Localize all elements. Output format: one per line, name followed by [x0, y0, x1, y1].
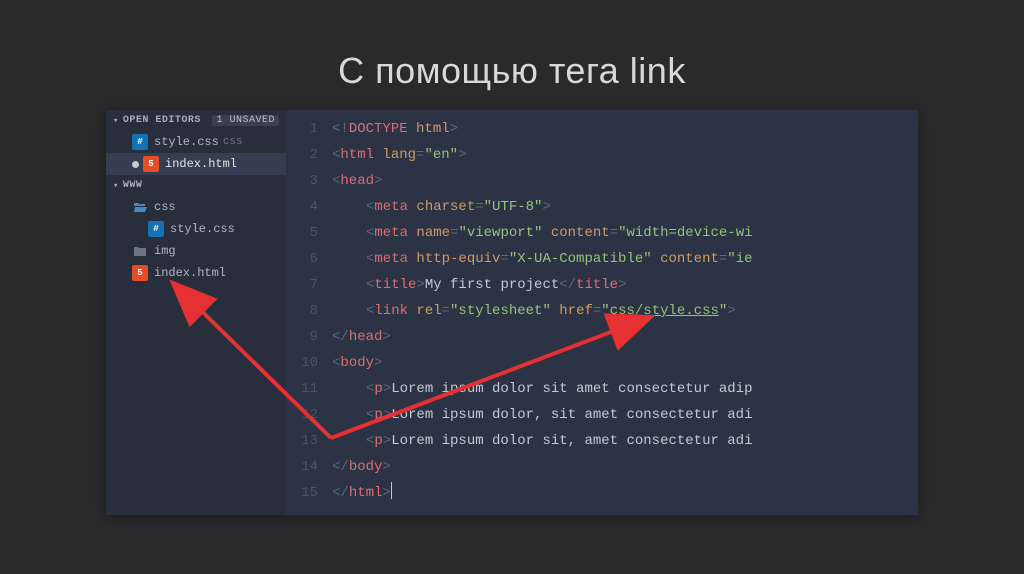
code-line: </html> — [332, 480, 918, 506]
code-line: <link rel="stylesheet" href="css/style.c… — [332, 298, 918, 324]
code-line: <meta charset="UTF-8"> — [332, 194, 918, 220]
line-number: 2 — [286, 142, 318, 168]
line-number: 7 — [286, 272, 318, 298]
line-number: 8 — [286, 298, 318, 324]
unsaved-dot-icon — [132, 161, 139, 168]
line-number: 15 — [286, 480, 318, 506]
tree-item-label: img — [154, 244, 176, 258]
folder-item[interactable]: img — [106, 240, 286, 262]
code-line: <html lang="en"> — [332, 142, 918, 168]
editor-window: ▾ OPEN EDITORS 1 UNSAVED #style.csscss5i… — [106, 110, 918, 515]
chevron-down-icon: ▾ — [113, 116, 119, 126]
code-line: <head> — [332, 168, 918, 194]
line-number: 3 — [286, 168, 318, 194]
code-line: <meta http-equiv="X-UA-Compatible" conte… — [332, 246, 918, 272]
html5-file-icon: 5 — [132, 265, 148, 281]
css-file-icon: # — [148, 221, 164, 237]
line-number-gutter: 123456789101112131415 — [286, 110, 328, 515]
file-item[interactable]: 5 index.html — [106, 262, 286, 284]
html5-file-icon: 5 — [143, 156, 159, 172]
file-name: index.html — [165, 157, 237, 171]
workspace-header[interactable]: ▾ WWW — [106, 175, 286, 196]
code-line: </body> — [332, 454, 918, 480]
text-cursor — [391, 482, 392, 499]
line-number: 11 — [286, 376, 318, 402]
line-number: 10 — [286, 350, 318, 376]
line-number: 14 — [286, 454, 318, 480]
line-number: 1 — [286, 116, 318, 142]
open-editors-label: OPEN EDITORS — [123, 115, 201, 126]
line-number: 12 — [286, 402, 318, 428]
folder-item[interactable]: css — [106, 196, 286, 218]
slide-title: С помощью тега link — [0, 0, 1024, 110]
unsaved-badge: 1 UNSAVED — [212, 115, 279, 126]
folder-icon — [132, 243, 148, 259]
open-editor-item[interactable]: 5 index.html — [106, 153, 286, 175]
tree-item-label: css — [154, 200, 176, 214]
code-line: </head> — [332, 324, 918, 350]
line-number: 4 — [286, 194, 318, 220]
open-editor-item[interactable]: # style.css css — [106, 131, 286, 153]
line-number: 6 — [286, 246, 318, 272]
file-item[interactable]: # style.css — [106, 218, 286, 240]
code-line: <p>Lorem ipsum dolor sit amet consectetu… — [332, 376, 918, 402]
line-number: 9 — [286, 324, 318, 350]
code-line: <title>My first project</title> — [332, 272, 918, 298]
line-number: 13 — [286, 428, 318, 454]
line-number: 5 — [286, 220, 318, 246]
tree-item-label: index.html — [154, 266, 226, 280]
folder-open-icon — [132, 199, 148, 215]
file-name: style.css — [154, 135, 219, 149]
workspace-label: WWW — [123, 180, 143, 191]
code-editor[interactable]: <!DOCTYPE html><html lang="en"><head><me… — [328, 110, 918, 515]
code-line: <p>Lorem ipsum dolor sit, amet consectet… — [332, 428, 918, 454]
file-path: css — [223, 136, 243, 148]
css-file-icon: # — [132, 134, 148, 150]
tree-item-label: style.css — [170, 222, 235, 236]
code-line: <body> — [332, 350, 918, 376]
code-line: <!DOCTYPE html> — [332, 116, 918, 142]
chevron-down-icon: ▾ — [113, 181, 119, 191]
code-line: <p>Lorem ipsum dolor, sit amet consectet… — [332, 402, 918, 428]
open-editors-header[interactable]: ▾ OPEN EDITORS 1 UNSAVED — [106, 110, 286, 131]
code-line: <meta name="viewport" content="width=dev… — [332, 220, 918, 246]
sidebar: ▾ OPEN EDITORS 1 UNSAVED #style.csscss5i… — [106, 110, 286, 515]
